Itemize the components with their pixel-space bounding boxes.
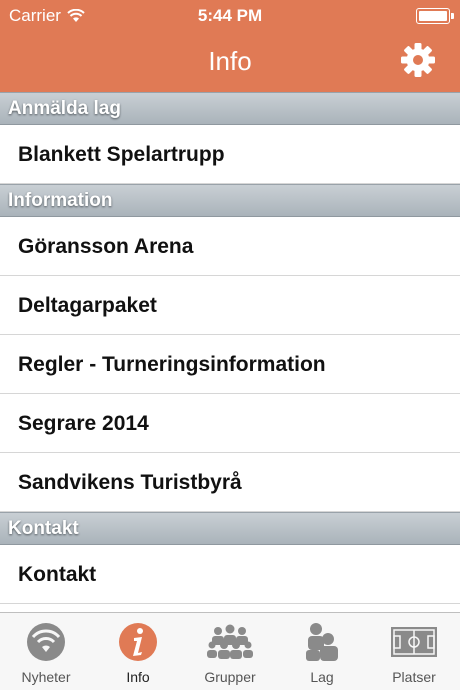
list-item-kontakt[interactable]: Kontakt xyxy=(0,545,460,604)
list-item-deltagarpaket[interactable]: Deltagarpaket xyxy=(0,276,460,335)
section-header-information: Information xyxy=(0,184,460,217)
tab-info[interactable]: Info xyxy=(92,613,184,690)
tab-lag[interactable]: Lag xyxy=(276,613,368,690)
status-time: 5:44 PM xyxy=(197,6,263,25)
list-item-sandvikens-turistbyra[interactable]: Sandvikens Turistbyrå xyxy=(0,453,460,512)
tab-label: Grupper xyxy=(204,669,256,685)
battery-icon xyxy=(416,8,454,24)
tab-grupper[interactable]: Grupper xyxy=(184,613,276,690)
tab-label: Info xyxy=(126,669,150,685)
list-item-segrare-2014[interactable]: Segrare 2014 xyxy=(0,394,460,453)
tab-platser[interactable]: Platser xyxy=(368,613,460,690)
gear-icon[interactable] xyxy=(400,42,436,78)
info-icon xyxy=(119,623,157,661)
section-header-kontakt: Kontakt xyxy=(0,512,460,545)
section-header-anmalda-lag: Anmälda lag xyxy=(0,92,460,125)
navigation-bar: Info xyxy=(0,32,460,92)
page-title: Info xyxy=(208,46,252,76)
tab-bar: Nyheter Info Grupper Lag Platser xyxy=(0,612,460,690)
list-item-regler[interactable]: Regler - Turneringsinformation xyxy=(0,335,460,394)
tab-label: Platser xyxy=(392,669,436,685)
team-icon xyxy=(306,623,338,661)
list-item-blankett-spelartrupp[interactable]: Blankett Spelartrupp xyxy=(0,125,460,184)
wifi-news-icon xyxy=(27,623,65,661)
tab-label: Lag xyxy=(310,669,334,685)
tab-label: Nyheter xyxy=(21,669,71,685)
status-bar: Carrier 5:44 PM xyxy=(0,0,460,32)
info-list[interactable]: Anmälda lag Blankett Spelartrupp Informa… xyxy=(0,92,460,612)
field-icon xyxy=(391,627,437,657)
list-item-goransson-arena[interactable]: Göransson Arena xyxy=(0,217,460,276)
tab-nyheter[interactable]: Nyheter xyxy=(0,613,92,690)
group-icon xyxy=(207,624,253,659)
